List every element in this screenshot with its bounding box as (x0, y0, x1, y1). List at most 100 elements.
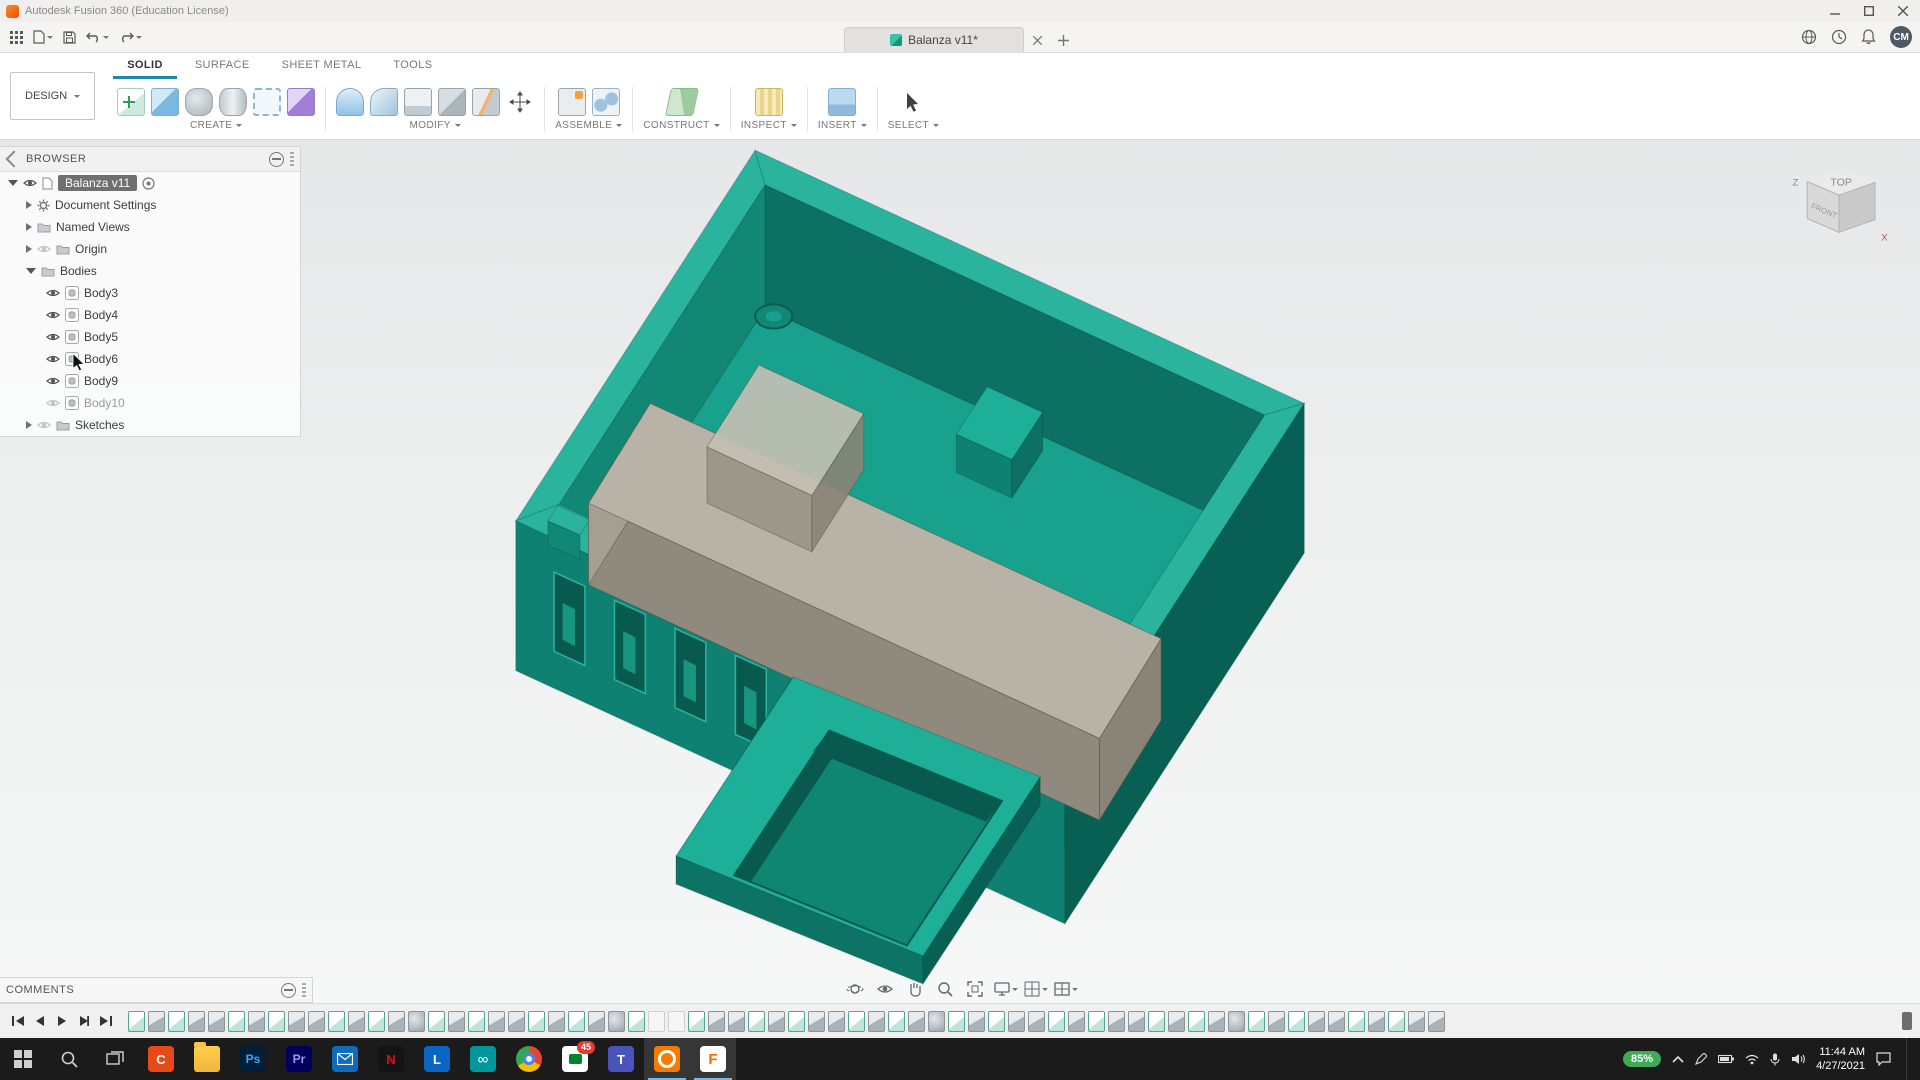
battery-percent-badge[interactable]: 85% (1623, 1051, 1662, 1067)
close-tab-icon[interactable] (1024, 28, 1050, 52)
volume-icon[interactable] (1791, 1053, 1805, 1065)
timeline-feature[interactable] (208, 1010, 225, 1032)
browser-row-body9[interactable]: Body9 (0, 370, 300, 392)
timeline-feature[interactable] (708, 1010, 725, 1032)
tray-date[interactable]: 4/27/2021 (1816, 1059, 1865, 1073)
timeline-feature[interactable] (808, 1010, 825, 1032)
assemble-menu[interactable]: ASSEMBLE (555, 120, 623, 131)
timeline-feature[interactable] (508, 1010, 525, 1032)
workspace-selector[interactable]: DESIGN (10, 72, 96, 120)
timeline-feature[interactable] (1008, 1010, 1025, 1032)
modify-menu[interactable]: MODIFY (410, 120, 461, 131)
timeline-feature[interactable] (1148, 1010, 1165, 1032)
show-desktop-button[interactable] (1906, 1038, 1912, 1080)
press-pull-tool[interactable] (336, 87, 365, 116)
browser-row-document-settings[interactable]: Document Settings (0, 194, 300, 216)
timeline-feature[interactable] (888, 1010, 905, 1032)
browser-row-origin[interactable]: Origin (0, 238, 300, 260)
timeline-feature[interactable] (1128, 1010, 1145, 1032)
timeline-feature[interactable] (1368, 1010, 1385, 1032)
orbit-icon[interactable] (841, 977, 869, 1001)
browser-row-bodies[interactable]: Bodies (0, 260, 300, 282)
viewport[interactable]: TOP FRONT Z X BROWSER Balanza v11 Docume… (0, 140, 1920, 1003)
timeline-feature[interactable] (1088, 1010, 1105, 1032)
network-icon[interactable] (1745, 1054, 1759, 1065)
teams-icon[interactable]: T (598, 1038, 644, 1080)
job-status-icon[interactable] (1831, 29, 1847, 45)
save-icon[interactable] (63, 30, 76, 44)
timeline-scroll-thumb[interactable] (1902, 1012, 1912, 1030)
pan-icon[interactable] (901, 977, 929, 1001)
comments-bar[interactable]: COMMENTS (0, 977, 313, 1003)
timeline-feature[interactable] (968, 1010, 985, 1032)
timeline-feature[interactable] (1428, 1010, 1445, 1032)
timeline-feature[interactable] (568, 1010, 585, 1032)
timeline-feature[interactable] (948, 1010, 965, 1032)
timeline-feature[interactable] (1328, 1010, 1345, 1032)
undo-icon[interactable] (86, 31, 109, 43)
web-globe-icon[interactable] (1801, 29, 1817, 45)
expand-arrow-icon[interactable] (26, 268, 36, 274)
form-tool[interactable] (185, 87, 214, 116)
timeline-feature[interactable] (448, 1010, 465, 1032)
timeline-feature[interactable] (368, 1010, 385, 1032)
measure-tool[interactable] (754, 87, 783, 116)
netflix-icon[interactable]: N (368, 1038, 414, 1080)
timeline-feature[interactable] (868, 1010, 885, 1032)
taskbar-app-c[interactable]: C (138, 1038, 184, 1080)
timeline-feature[interactable] (1048, 1010, 1065, 1032)
document-tab[interactable]: Balanza v11* (844, 27, 1024, 52)
browser-row-sketches[interactable]: Sketches (0, 414, 300, 436)
timeline-feature[interactable] (1408, 1010, 1425, 1032)
meet-icon[interactable]: 45 (552, 1038, 598, 1080)
premiere-icon[interactable]: Pr (276, 1038, 322, 1080)
box-tool[interactable] (151, 87, 180, 116)
tab-tools[interactable]: TOOLS (379, 55, 446, 79)
mic-icon[interactable] (1770, 1053, 1780, 1066)
select-menu[interactable]: SELECT (888, 120, 940, 131)
panel-grip-icon[interactable] (302, 983, 306, 997)
collapse-all-icon[interactable] (269, 151, 284, 167)
look-at-icon[interactable] (871, 977, 899, 1001)
file-explorer-icon[interactable] (184, 1038, 230, 1080)
timeline-feature[interactable] (548, 1010, 565, 1032)
browser-row-body10[interactable]: Body10 (0, 392, 300, 414)
browser-row-named-views[interactable]: Named Views (0, 216, 300, 238)
timeline-feature[interactable] (488, 1010, 505, 1032)
display-settings-icon[interactable] (991, 977, 1019, 1001)
timeline-feature[interactable] (1208, 1010, 1225, 1032)
chrome-icon[interactable] (506, 1038, 552, 1080)
timeline-feature[interactable] (668, 1010, 685, 1032)
timeline-feature[interactable] (1388, 1010, 1405, 1032)
browser-row-body6[interactable]: Body6 (0, 348, 300, 370)
expand-arrow-icon[interactable] (8, 180, 18, 186)
timeline-feature[interactable] (308, 1010, 325, 1032)
insert-menu[interactable]: INSERT (818, 120, 867, 131)
tray-time[interactable]: 11:44 AM (1816, 1045, 1865, 1059)
timeline-feature[interactable] (228, 1010, 245, 1032)
notifications-bell-icon[interactable] (1861, 29, 1876, 45)
timeline-feature[interactable] (168, 1010, 185, 1032)
timeline-feature[interactable] (188, 1010, 205, 1032)
close-button[interactable] (1886, 0, 1920, 22)
user-avatar[interactable]: CM (1890, 26, 1912, 48)
construct-menu[interactable]: CONSTRUCT (643, 120, 720, 131)
cylinder-tool[interactable] (219, 87, 248, 116)
minimize-button[interactable] (1818, 0, 1852, 22)
timeline-feature[interactable] (268, 1010, 285, 1032)
timeline-feature[interactable] (788, 1010, 805, 1032)
timeline-feature[interactable] (348, 1010, 365, 1032)
timeline-feature[interactable] (608, 1010, 625, 1032)
redo-icon[interactable] (119, 31, 142, 43)
timeline-feature[interactable] (908, 1010, 925, 1032)
collapse-panel-icon[interactable] (5, 150, 23, 168)
taskbar-app-orange[interactable] (644, 1038, 690, 1080)
grid-snaps-icon[interactable] (1021, 977, 1049, 1001)
combine-tool[interactable] (438, 87, 467, 116)
file-menu-icon[interactable] (33, 30, 53, 44)
timeline-feature[interactable] (828, 1010, 845, 1032)
taskbar-search-icon[interactable] (46, 1038, 92, 1080)
timeline-step-forward-icon[interactable] (74, 1010, 94, 1032)
eye-icon-off[interactable] (46, 398, 60, 408)
expand-arrow-icon[interactable] (26, 421, 32, 429)
